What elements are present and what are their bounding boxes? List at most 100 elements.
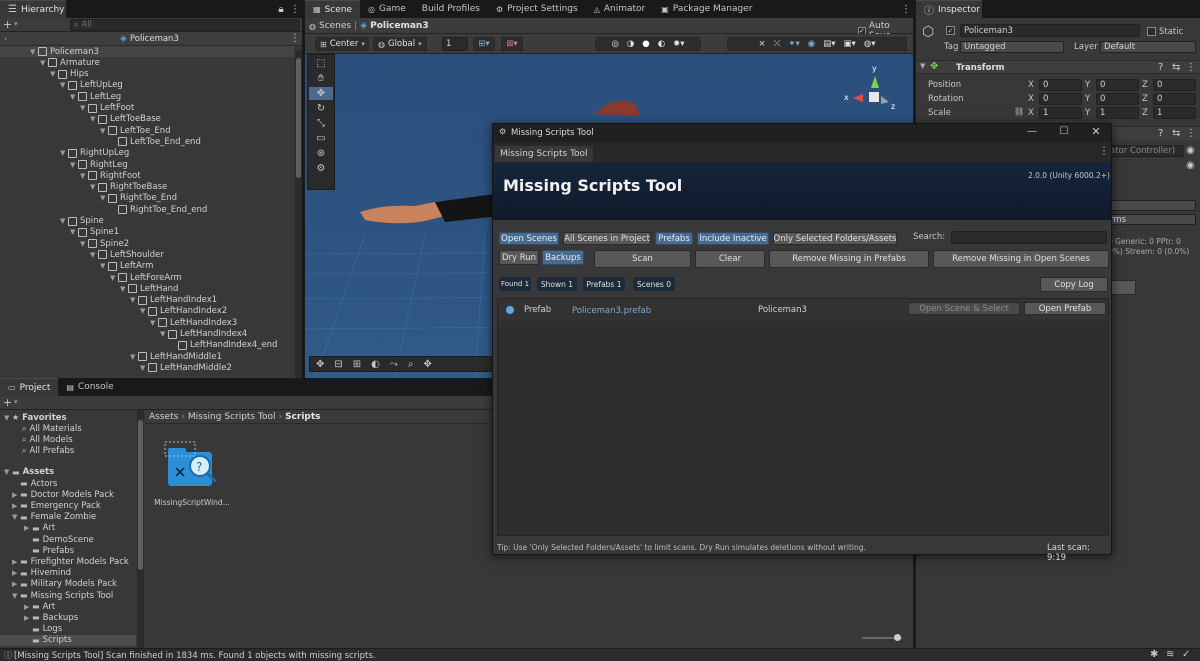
- hierarchy-item[interactable]: ▼ LeftToe_End: [100, 125, 290, 136]
- expand-arrow-icon[interactable]: ▼: [50, 70, 58, 78]
- align-icon[interactable]: ⊟: [334, 359, 342, 370]
- remove-missing-scenes-button[interactable]: Remove Missing in Open Scenes: [933, 250, 1109, 268]
- expand-arrow-icon[interactable]: ▼: [160, 330, 168, 338]
- layer-dropdown[interactable]: Default: [1100, 41, 1196, 53]
- position-x-axis-label[interactable]: X: [1028, 80, 1034, 90]
- expand-arrow-icon[interactable]: ▼: [60, 149, 68, 157]
- culling-mode-dropdown[interactable]: rms: [1106, 214, 1196, 225]
- hierarchy-item[interactable]: RightToe_End_end: [110, 204, 290, 215]
- visibility-icon[interactable]: ◉: [808, 39, 815, 49]
- hierarchy-item[interactable]: ▼ Policeman3: [0, 46, 294, 57]
- update-mode-dropdown[interactable]: [1106, 200, 1196, 211]
- hierarchy-scroll-thumb[interactable]: [296, 58, 301, 178]
- tab-scene[interactable]: ▦ Scene: [305, 0, 361, 18]
- tab-project[interactable]: ▭ Project: [0, 378, 59, 396]
- folder-item[interactable]: ▶ ▬ Hivemind: [12, 568, 71, 579]
- folder-item[interactable]: ▶ ▬ Backups: [24, 612, 78, 623]
- hierarchy-item[interactable]: ▼ LeftArm: [100, 261, 290, 272]
- hierarchy-scrollbar[interactable]: [295, 50, 302, 378]
- expand-arrow-icon[interactable]: ▼: [12, 513, 20, 521]
- camera-icon[interactable]: ▣▾: [844, 39, 856, 49]
- hierarchy-item[interactable]: LeftToe_End_end: [110, 136, 290, 147]
- hierarchy-item[interactable]: ▼ RightUpLeg: [60, 148, 290, 159]
- fx-dropdown-icon[interactable]: ✦▾: [788, 39, 799, 49]
- rotation-z-field[interactable]: 0: [1153, 93, 1196, 105]
- position-y-field[interactable]: 0: [1096, 79, 1139, 91]
- expand-arrow-icon[interactable]: ▼: [140, 307, 148, 315]
- open-prefab-button[interactable]: Open Prefab: [1024, 302, 1106, 315]
- expand-arrow-icon[interactable]: ▶: [12, 491, 20, 499]
- create-button[interactable]: +: [3, 396, 12, 409]
- object-picker-icon[interactable]: ◉: [1186, 160, 1195, 171]
- status-message[interactable]: [Missing Scripts Tool] Scan finished in …: [14, 651, 376, 661]
- view-tool-icon[interactable]: ⬚: [309, 57, 333, 70]
- maximize-icon[interactable]: ☐: [1057, 126, 1071, 137]
- close-icon[interactable]: ✕: [1089, 125, 1103, 138]
- shaded-icon[interactable]: ●: [642, 39, 649, 49]
- animator-controller-field[interactable]: ator Controller): [1106, 145, 1184, 157]
- expand-arrow-icon[interactable]: ▼: [60, 81, 68, 89]
- lock-icon[interactable]: 🔒︎: [274, 0, 288, 18]
- hierarchy-item[interactable]: ▼ LeftHandIndex2: [140, 306, 290, 317]
- object-name-input[interactable]: Policeman3: [960, 24, 1140, 37]
- scale-y-axis-label[interactable]: Y: [1085, 108, 1090, 118]
- minimize-icon[interactable]: —: [1025, 126, 1039, 137]
- expand-arrow-icon[interactable]: ▼: [140, 364, 148, 372]
- expand-arrow-icon[interactable]: ▼: [30, 48, 38, 56]
- hierarchy-item[interactable]: ▼ LeftHandMiddle2: [140, 362, 290, 373]
- hierarchy-item[interactable]: ▼ Spine: [60, 216, 290, 227]
- breadcrumb-prefab[interactable]: Policeman3: [370, 21, 429, 31]
- preset-icon[interactable]: ⇆: [1172, 128, 1180, 139]
- tab-project-settings[interactable]: ⚙︎ Project Settings: [488, 0, 586, 18]
- icon-size-slider[interactable]: [862, 634, 902, 641]
- hierarchy-item[interactable]: ▼ RightToeBase: [90, 182, 290, 193]
- tab-animator[interactable]: ◬ Animator: [586, 0, 654, 18]
- expand-arrow-icon[interactable]: ▼: [90, 183, 98, 191]
- expand-arrow-icon[interactable]: ▼: [100, 127, 108, 135]
- expand-arrow-icon[interactable]: ▶: [12, 502, 20, 510]
- tab-missing-scripts-tool[interactable]: Missing Scripts Tool: [495, 146, 593, 162]
- expand-arrow-icon[interactable]: ▼: [4, 414, 12, 422]
- component-menu-icon[interactable]: ⋮: [1186, 128, 1196, 139]
- expand-arrow-icon[interactable]: ▼: [60, 217, 68, 225]
- expand-arrow-icon[interactable]: ▶: [24, 603, 32, 611]
- constrain-proportions-icon[interactable]: ⛓︎: [1014, 107, 1024, 116]
- tab-console[interactable]: ▤ Console: [58, 378, 121, 396]
- position-z-axis-label[interactable]: Z: [1142, 80, 1148, 90]
- hierarchy-item[interactable]: ▼ Spine2: [80, 238, 290, 249]
- hierarchy-item[interactable]: ▼ LeftUpLeg: [60, 80, 290, 91]
- path-missing-scripts-tool[interactable]: Missing Scripts Tool: [188, 412, 276, 422]
- gizmos-icon[interactable]: ◍▾: [864, 39, 876, 49]
- filter-only-selected[interactable]: Only Selected Folders/Assets: [773, 232, 897, 245]
- tab-game[interactable]: ◎ Game: [360, 0, 414, 18]
- expand-arrow-icon[interactable]: ▶: [24, 524, 32, 532]
- folder-item[interactable]: ▬ Logs: [24, 624, 62, 635]
- moon-icon[interactable]: ◐: [371, 359, 380, 370]
- pivot-dropdown[interactable]: ⊞ Center ▾: [315, 37, 369, 51]
- scene-overlays-group[interactable]: ⨯ ⤫ ✦▾ ◉ ▤▾ ▣▾ ◍▾: [727, 37, 907, 51]
- expand-arrow-icon[interactable]: ▼: [100, 194, 108, 202]
- active-checkbox[interactable]: ✓: [946, 26, 955, 35]
- copy-log-button[interactable]: Copy Log: [1040, 277, 1108, 292]
- object-picker-icon[interactable]: ◉: [1186, 145, 1195, 156]
- hierarchy-item[interactable]: ▼ LeftShoulder: [90, 249, 290, 260]
- component-menu-icon[interactable]: ⋮: [1186, 62, 1196, 73]
- tag-dropdown[interactable]: Untagged: [960, 41, 1064, 53]
- expand-arrow-icon[interactable]: ▼: [100, 262, 108, 270]
- space-dropdown[interactable]: ◍ Global ▾: [373, 37, 427, 51]
- rotation-z-axis-label[interactable]: Z: [1142, 94, 1148, 104]
- rotation-y-axis-label[interactable]: Y: [1085, 94, 1090, 104]
- position-x-field[interactable]: 0: [1039, 79, 1082, 91]
- hierarchy-item[interactable]: ▼ RightToe_End: [100, 193, 290, 204]
- result-row[interactable]: Prefab Policeman3.prefab Policeman3 Open…: [498, 299, 1108, 321]
- effects-icon[interactable]: ⤫: [774, 39, 781, 49]
- filter-include-inactive[interactable]: Include Inactive: [697, 232, 769, 245]
- folder-item[interactable]: ▶ ▬ Emergency Pack: [12, 500, 101, 511]
- dry-run-toggle[interactable]: Dry Run: [499, 250, 539, 265]
- tool-search-input[interactable]: [951, 231, 1107, 244]
- asset-tile[interactable]: ? MissingScriptWind...: [152, 436, 232, 516]
- position-y-axis-label[interactable]: Y: [1085, 80, 1090, 90]
- backups-toggle[interactable]: Backups: [542, 250, 584, 265]
- expand-arrow-icon[interactable]: ▼: [70, 93, 78, 101]
- favorite-item[interactable]: ⌕ All Models: [22, 434, 73, 445]
